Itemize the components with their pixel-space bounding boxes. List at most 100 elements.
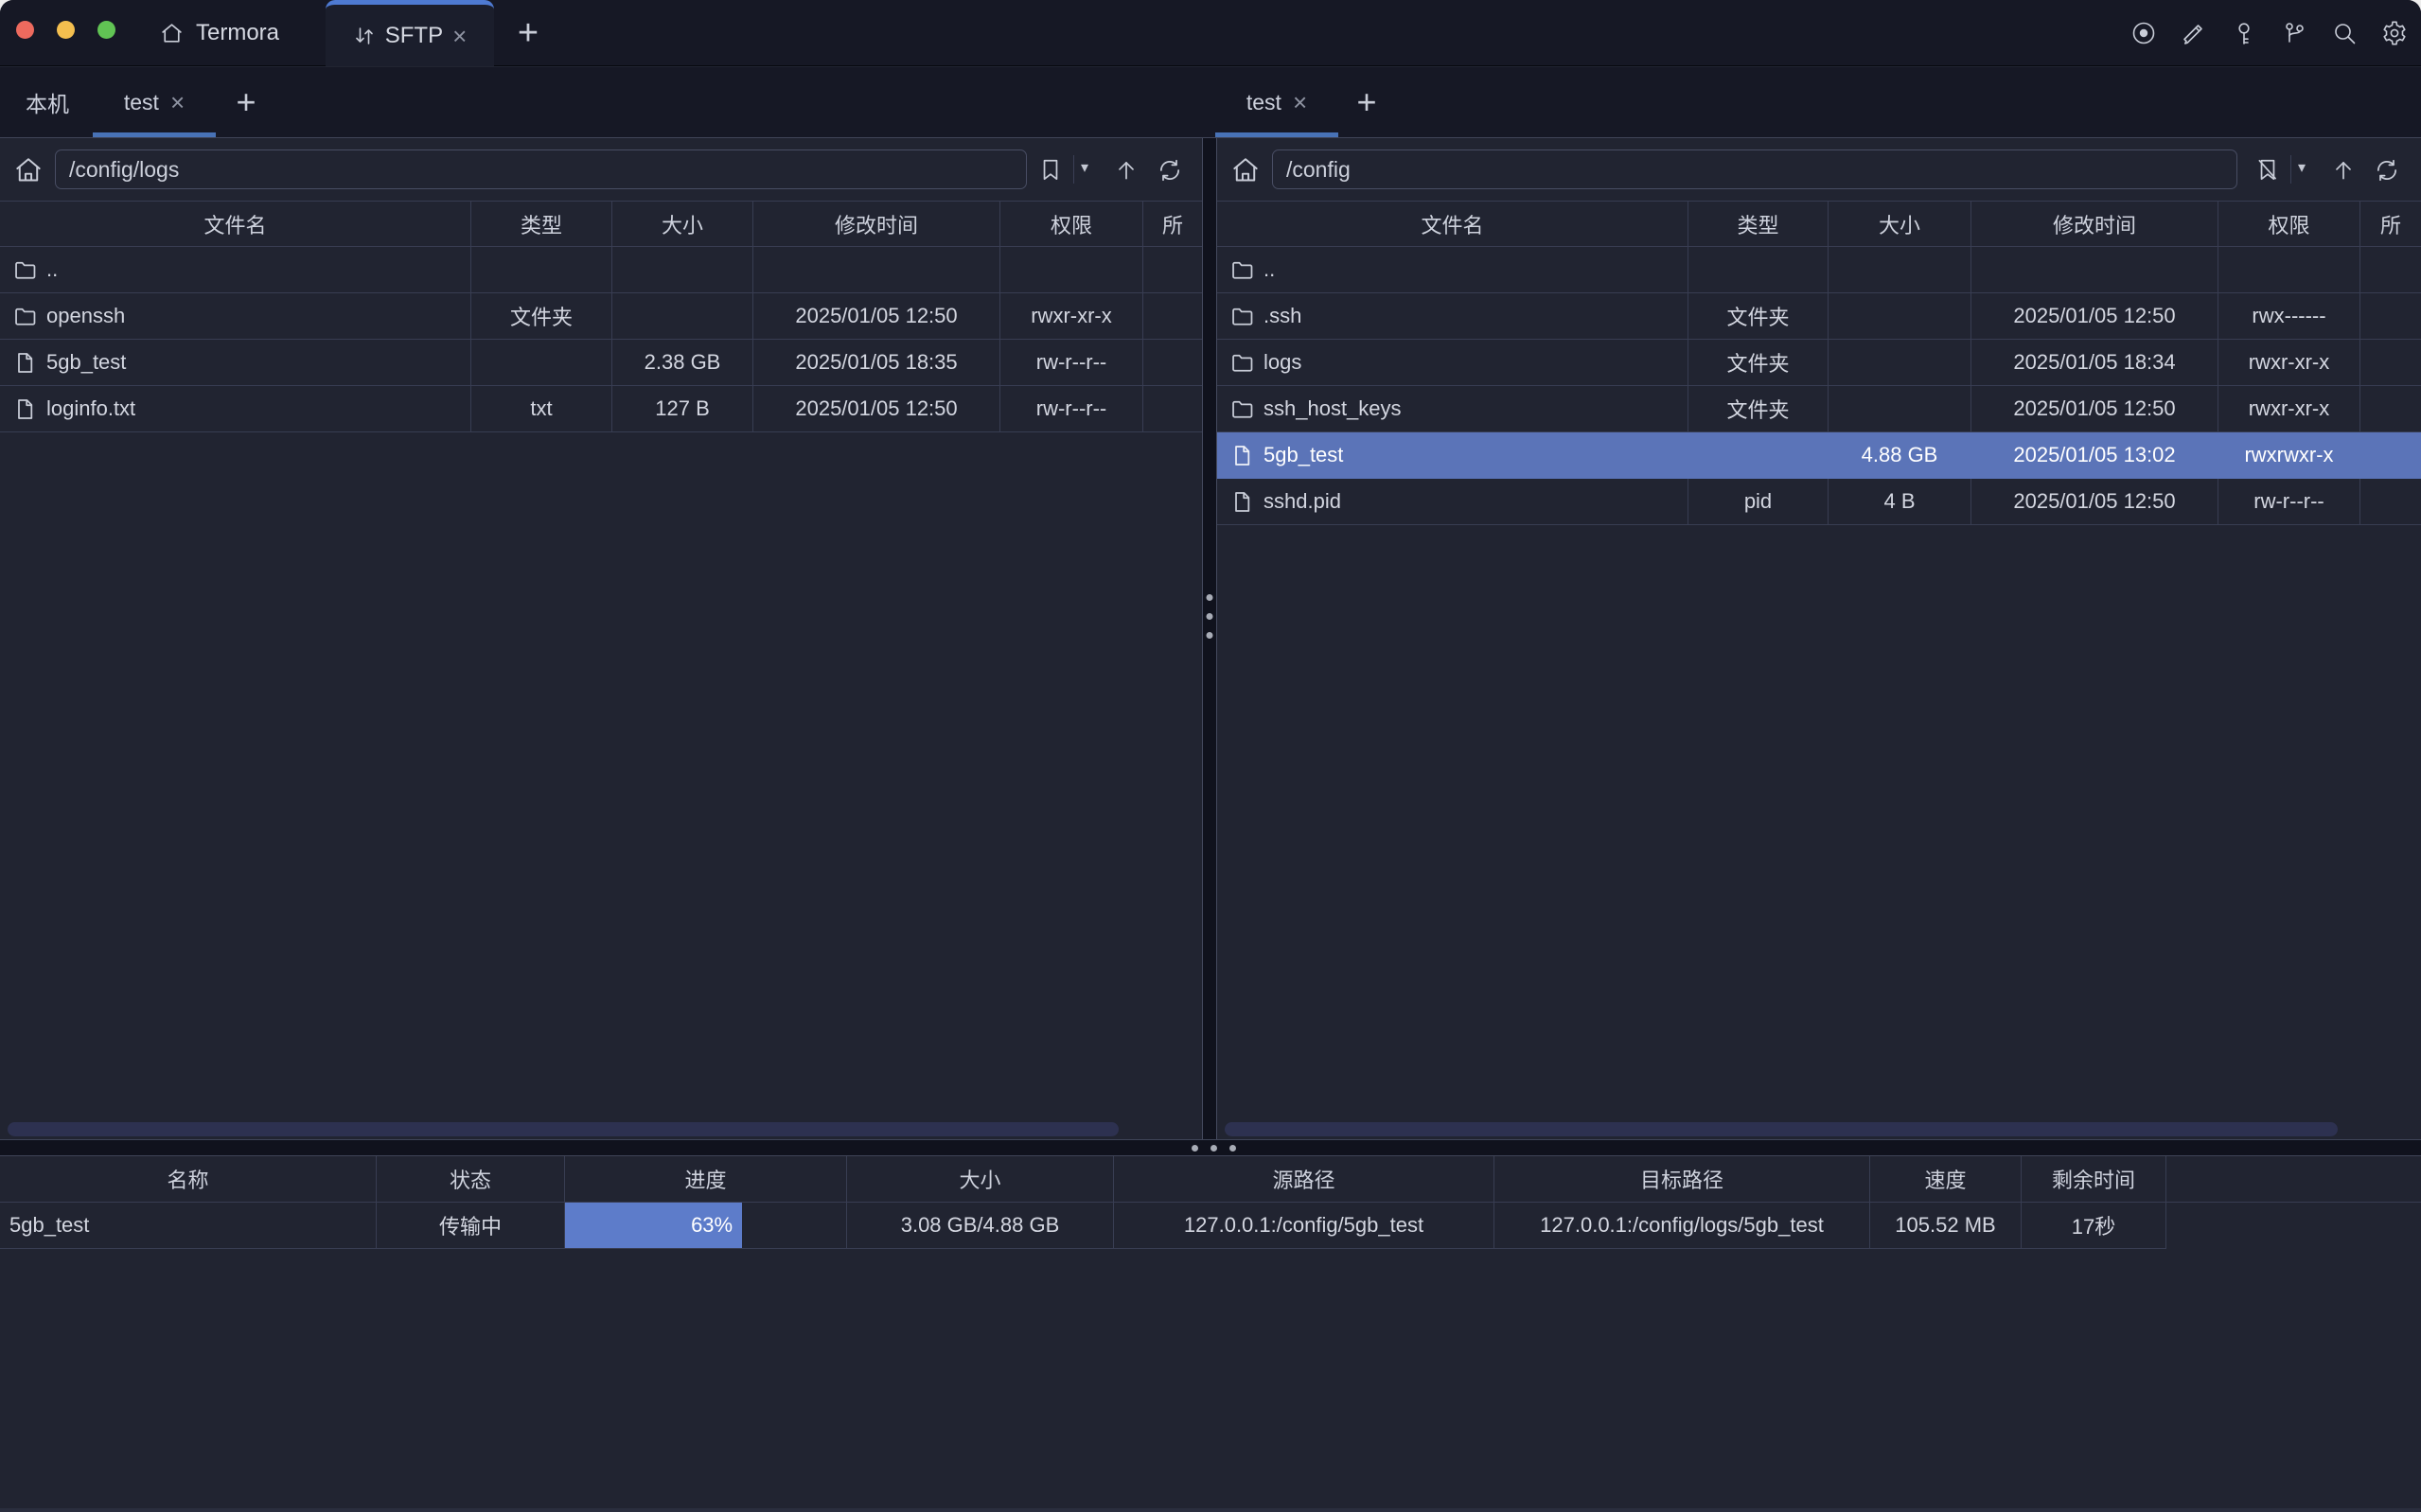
add-left-tab-button[interactable]: + (220, 67, 273, 137)
col-size[interactable]: 大小 (847, 1156, 1114, 1203)
transfer-progress-bar: 63% (565, 1203, 847, 1249)
transfer-speed: 105.52 MB (1870, 1203, 2022, 1249)
file-mtime: 2025/01/05 12:50 (1971, 386, 2218, 432)
col-status[interactable]: 状态 (377, 1156, 565, 1203)
home-icon (159, 21, 185, 46)
col-size[interactable]: 大小 (1829, 201, 1971, 247)
parent-directory-icon[interactable] (2330, 157, 2357, 184)
minimize-window-button[interactable] (57, 21, 75, 39)
close-window-button[interactable] (16, 21, 34, 39)
transfer-name: 5gb_test (0, 1203, 377, 1249)
file-size: 2.38 GB (612, 340, 753, 386)
file-owner (1143, 293, 1202, 340)
chevron-down-icon[interactable]: ▾ (1081, 161, 1088, 176)
table-row[interactable]: sshd.pid pid 4 B 2025/01/05 12:50 rw-r--… (1217, 479, 2421, 525)
file-type: txt (471, 386, 612, 432)
right-active-tab-underline (1215, 132, 1338, 137)
table-row[interactable]: loginfo.txt txt 127 B 2025/01/05 12:50 r… (0, 386, 1202, 432)
tab-left-session-test[interactable]: test × (93, 67, 216, 137)
col-mtime[interactable]: 修改时间 (1971, 201, 2218, 247)
col-source[interactable]: 源路径 (1114, 1156, 1494, 1203)
tab-local-machine[interactable]: 本机 (8, 67, 87, 137)
new-window-tab-button[interactable]: + (507, 0, 549, 66)
refresh-icon[interactable] (2374, 157, 2400, 184)
col-progress[interactable]: 进度 (565, 1156, 847, 1203)
file-mtime: 2025/01/05 12:50 (753, 293, 1000, 340)
app-tab-label: Termora (196, 20, 279, 46)
table-row[interactable]: .. (0, 247, 1202, 293)
close-sftp-tab-button[interactable]: × (452, 24, 467, 48)
file-owner (2360, 293, 2421, 340)
record-icon[interactable] (2130, 20, 2157, 46)
table-row[interactable]: logs 文件夹 2025/01/05 18:34 rwxr-xr-x (1217, 340, 2421, 386)
col-owner[interactable]: 所 (2360, 201, 2421, 247)
tab-sftp[interactable]: SFTP × (326, 0, 494, 66)
file-size: 4.88 GB (1829, 432, 1971, 479)
file-perm (1000, 247, 1143, 293)
col-type[interactable]: 类型 (471, 201, 612, 247)
right-session-label: test (1246, 90, 1281, 115)
file-owner (1143, 247, 1202, 293)
close-left-session-button[interactable]: × (170, 90, 185, 114)
add-right-tab-button[interactable]: + (1340, 67, 1393, 137)
file-size: 4 B (1829, 479, 1971, 525)
titlebar-toolbar (2130, 0, 2408, 66)
table-row-selected[interactable]: 5gb_test 4.88 GB 2025/01/05 13:02 rwxrwx… (1217, 432, 2421, 479)
file-mtime: 2025/01/05 18:35 (753, 340, 1000, 386)
file-perm: rw-r--r-- (1000, 386, 1143, 432)
right-horizontal-scrollbar[interactable] (1225, 1122, 2338, 1136)
col-size[interactable]: 大小 (612, 201, 753, 247)
close-right-session-button[interactable]: × (1293, 90, 1307, 114)
parent-directory-icon[interactable] (1113, 157, 1140, 184)
table-row[interactable]: ssh_host_keys 文件夹 2025/01/05 12:50 rwxr-… (1217, 386, 2421, 432)
bookmark-slash-icon[interactable] (2254, 157, 2281, 184)
bookmark-icon[interactable] (1037, 157, 1064, 184)
home-icon[interactable] (13, 155, 44, 185)
file-owner (2360, 340, 2421, 386)
col-name[interactable]: 名称 (0, 1156, 377, 1203)
col-blank (2166, 1156, 2421, 1203)
transfer-row[interactable]: 5gb_test 传输中 63% 3.08 GB/4.88 GB 127.0.0… (0, 1203, 2421, 1249)
left-file-table: 文件名 类型 大小 修改时间 权限 所 .. openssh 文件夹 2025/… (0, 201, 1202, 432)
key-icon[interactable] (2231, 20, 2257, 46)
file-size (612, 247, 753, 293)
zoom-window-button[interactable] (97, 21, 115, 39)
col-filename[interactable]: 文件名 (1217, 201, 1688, 247)
file-owner (1143, 386, 1202, 432)
tab-termora-home[interactable]: Termora (159, 0, 279, 66)
vertical-splitter[interactable] (1202, 138, 1217, 1139)
file-perm: rwxr-xr-x (2218, 340, 2360, 386)
col-perm[interactable]: 权限 (1000, 201, 1143, 247)
col-remaining[interactable]: 剩余时间 (2022, 1156, 2166, 1203)
edit-icon[interactable] (2181, 20, 2207, 46)
table-row[interactable]: 5gb_test 2.38 GB 2025/01/05 18:35 rw-r--… (0, 340, 1202, 386)
col-type[interactable]: 类型 (1688, 201, 1829, 247)
search-icon[interactable] (2331, 20, 2358, 46)
col-owner[interactable]: 所 (1143, 201, 1202, 247)
left-path-input[interactable] (55, 149, 1027, 189)
col-speed[interactable]: 速度 (1870, 1156, 2022, 1203)
refresh-icon[interactable] (1157, 157, 1183, 184)
col-filename[interactable]: 文件名 (0, 201, 471, 247)
file-type (471, 247, 612, 293)
branch-icon[interactable] (2281, 20, 2307, 46)
table-row[interactable]: openssh 文件夹 2025/01/05 12:50 rwxr-xr-x (0, 293, 1202, 340)
file-owner (2360, 479, 2421, 525)
transfer-status: 传输中 (377, 1203, 565, 1249)
left-horizontal-scrollbar[interactable] (8, 1122, 1119, 1136)
col-target[interactable]: 目标路径 (1494, 1156, 1870, 1203)
tab-right-session-test[interactable]: test × (1225, 67, 1329, 137)
table-row[interactable]: .ssh 文件夹 2025/01/05 12:50 rwx------ (1217, 293, 2421, 340)
traffic-lights (16, 21, 115, 39)
folder-icon (13, 258, 36, 281)
transfer-target-path: 127.0.0.1:/config/logs/5gb_test (1494, 1203, 1870, 1249)
col-perm[interactable]: 权限 (2218, 201, 2360, 247)
right-path-input[interactable] (1272, 149, 2237, 189)
file-mtime (1971, 247, 2218, 293)
col-mtime[interactable]: 修改时间 (753, 201, 1000, 247)
settings-icon[interactable] (2381, 20, 2408, 46)
home-icon[interactable] (1230, 155, 1261, 185)
table-row[interactable]: .. (1217, 247, 2421, 293)
chevron-down-icon[interactable]: ▾ (2298, 161, 2306, 176)
horizontal-splitter[interactable] (0, 1140, 2421, 1155)
